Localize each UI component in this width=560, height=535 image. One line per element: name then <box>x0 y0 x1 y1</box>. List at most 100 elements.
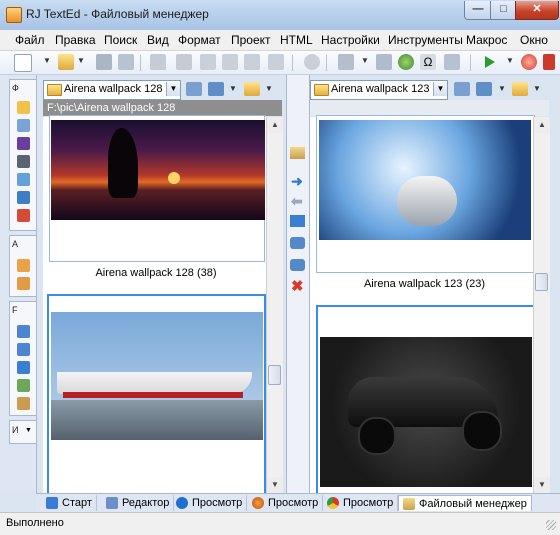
globe-icon[interactable] <box>398 54 414 70</box>
clipboard-icon[interactable] <box>376 54 392 70</box>
tab-preview-firefox[interactable]: Просмотр <box>248 495 324 511</box>
view-icon[interactable] <box>454 82 470 96</box>
copy-right-icon[interactable]: ➜ <box>291 173 303 190</box>
cut-icon[interactable] <box>222 54 238 70</box>
thumbnail-item-selected[interactable] <box>316 305 537 497</box>
menu-search[interactable]: Поиск <box>104 33 137 47</box>
thumbnails-icon[interactable] <box>208 82 224 96</box>
dropper-alt-icon[interactable] <box>290 259 305 271</box>
menu-file[interactable]: Файл <box>15 33 45 47</box>
dropper-icon[interactable] <box>290 237 305 249</box>
thumbnails-dropdown-icon[interactable]: ▼ <box>229 84 237 93</box>
menu-window[interactable]: Окно <box>520 33 548 47</box>
thumbnails-icon[interactable] <box>476 82 492 96</box>
resize-grip[interactable] <box>546 520 556 530</box>
folder-icon <box>47 84 62 96</box>
left-scrollbar[interactable]: ▲ ▼ <box>266 117 283 493</box>
folder-up-dropdown-icon[interactable]: ▼ <box>265 84 273 93</box>
print-dropdown-icon[interactable]: ▼ <box>361 56 369 65</box>
checklist-icon[interactable] <box>17 379 30 392</box>
maximize-button[interactable]: □ <box>490 1 517 20</box>
scroll-down-icon[interactable]: ▼ <box>534 477 550 493</box>
undo-icon[interactable] <box>150 54 166 70</box>
dropper-alt-icon[interactable] <box>17 343 30 356</box>
thumbnail-item-selected[interactable] <box>47 294 266 497</box>
chevron-down-icon[interactable]: ▼ <box>433 82 447 96</box>
main-toolbar: ▼ ▼ ▼ Ω ▼ <box>0 51 560 75</box>
right-scrollbar[interactable]: ▲ ▼ <box>533 117 550 493</box>
hand-icon[interactable] <box>17 259 30 272</box>
open-dropdown-icon[interactable]: ▼ <box>77 56 85 65</box>
save-icon[interactable] <box>17 137 30 150</box>
folder-up-dropdown-icon[interactable]: ▼ <box>533 84 541 93</box>
paste-icon[interactable] <box>268 54 284 70</box>
special-chars-icon[interactable]: Ω <box>420 54 436 70</box>
menu-edit[interactable]: Правка <box>55 33 96 47</box>
archive-icon[interactable] <box>17 397 30 410</box>
run-dropdown-icon[interactable]: ▼ <box>506 56 514 65</box>
window-list-icon[interactable] <box>444 54 460 70</box>
copy-left-icon[interactable]: ⬅ <box>291 193 303 210</box>
status-text: Выполнено <box>6 517 64 529</box>
menu-view[interactable]: Вид <box>147 33 169 47</box>
scroll-thumb[interactable] <box>535 273 548 291</box>
record-macro-icon[interactable] <box>521 54 537 70</box>
disk-icon[interactable] <box>17 155 30 168</box>
scroll-thumb[interactable] <box>268 365 281 385</box>
hand-alt-icon[interactable] <box>17 277 30 290</box>
left-folder-combo[interactable]: Airena wallpack 128 ▼ <box>43 80 181 100</box>
menu-macro[interactable]: Макрос <box>466 33 507 47</box>
rename-icon[interactable] <box>17 191 30 204</box>
group-dropdown-icon[interactable]: ▼ <box>25 427 32 434</box>
run-icon[interactable] <box>485 56 495 68</box>
tab-label: Файловый менеджер <box>419 498 527 510</box>
find-icon[interactable] <box>304 54 320 70</box>
folder-up-icon[interactable] <box>512 82 528 96</box>
sync-icon[interactable] <box>290 215 305 227</box>
menu-format[interactable]: Формат <box>178 33 221 47</box>
menu-html[interactable]: HTML <box>280 33 313 47</box>
sync-icon[interactable] <box>17 361 30 374</box>
copy-icon[interactable] <box>244 54 260 70</box>
tab-preview-chrome[interactable]: Просмотр <box>323 495 399 511</box>
scroll-up-icon[interactable]: ▲ <box>534 117 550 133</box>
print-icon[interactable] <box>338 54 354 70</box>
tab-start[interactable]: Старт <box>42 495 97 511</box>
menu-project[interactable]: Проект <box>231 33 271 47</box>
scroll-down-icon[interactable]: ▼ <box>267 477 283 493</box>
copy-icon[interactable] <box>17 173 30 186</box>
menu-settings[interactable]: Настройки <box>321 33 380 47</box>
chevron-down-icon[interactable]: ▼ <box>166 82 180 96</box>
chrome-browser-icon <box>327 497 339 509</box>
delete-icon[interactable] <box>17 209 30 222</box>
view-icon[interactable] <box>186 82 202 96</box>
folder-up-icon[interactable] <box>244 82 260 96</box>
menu-tools[interactable]: Инструменты <box>388 33 463 47</box>
tab-editor[interactable]: Редактор <box>102 495 175 511</box>
more-toolbar-icon[interactable] <box>543 54 555 70</box>
new-file-icon[interactable] <box>17 101 30 114</box>
minimize-button[interactable]: — <box>464 1 492 20</box>
thumbnails-dropdown-icon[interactable]: ▼ <box>498 84 506 93</box>
tab-file-manager[interactable]: Файловый менеджер <box>398 495 532 511</box>
delete-icon[interactable]: ✖ <box>291 277 304 295</box>
toolbar-separator <box>470 55 471 71</box>
dropper-icon[interactable] <box>17 325 30 338</box>
close-button[interactable]: ✕ <box>515 1 559 20</box>
redo-icon[interactable] <box>176 54 192 70</box>
save-icon[interactable] <box>96 54 112 70</box>
left-side-toolbar: Ф А F И ▼ <box>0 75 37 493</box>
new-file-icon[interactable] <box>14 54 32 72</box>
download-icon[interactable] <box>200 54 216 70</box>
open-folder-icon[interactable] <box>58 54 74 70</box>
thumbnail-item[interactable] <box>316 115 535 273</box>
right-folder-combo[interactable]: Airena wallpack 123 ▼ <box>310 80 448 100</box>
tab-preview-ie[interactable]: Просмотр <box>172 495 248 511</box>
archive-icon[interactable] <box>290 147 305 159</box>
save-all-icon[interactable] <box>118 54 134 70</box>
new-dropdown-icon[interactable]: ▼ <box>43 56 51 65</box>
file-manager-icon <box>403 498 415 510</box>
thumbnail-item[interactable] <box>49 115 265 262</box>
edit-icon[interactable] <box>17 119 30 132</box>
scroll-up-icon[interactable]: ▲ <box>267 117 283 133</box>
